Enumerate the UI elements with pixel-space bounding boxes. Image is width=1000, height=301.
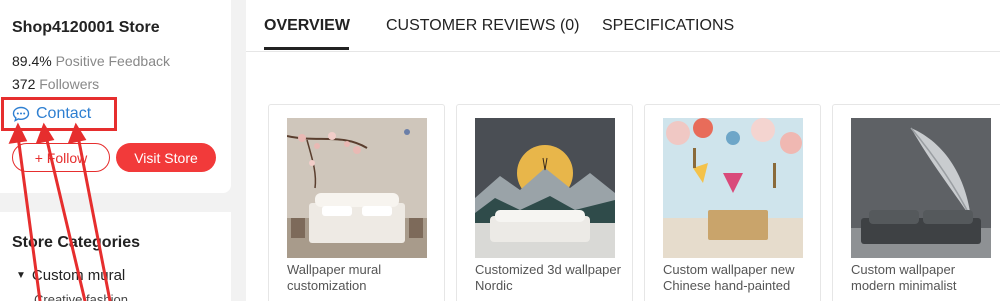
product-title[interactable]: Custom wallpaper modern minimalist [851,262,1000,294]
product-image[interactable] [475,118,615,258]
product-image[interactable] [851,118,991,258]
positive-feedback: 89.4% Positive Feedback [12,53,170,69]
contact-label: Contact [36,105,92,122]
followers-value: 372 [12,76,36,92]
active-tab-indicator [264,47,349,50]
product-title[interactable]: Customized 3d wallpaper Nordic [475,262,625,294]
product-image[interactable] [287,118,427,258]
tab-overview[interactable]: OVERVIEW [264,17,350,35]
tab-customer-reviews[interactable]: CUSTOMER REVIEWS (0) [386,17,580,35]
product-card[interactable]: Wallpaper mural customization [268,104,445,301]
feedback-value: 89.4% [12,53,52,69]
product-title[interactable]: Custom wallpaper new Chinese hand-painte… [663,262,813,294]
followers-label: Followers [39,76,100,92]
visit-store-button[interactable]: Visit Store [116,143,216,172]
caret-down-icon[interactable]: ▼ [16,270,26,281]
category-item-custom-mural[interactable]: ▼ Custom mural [16,267,125,284]
contact-link[interactable]: Contact [12,105,91,123]
followers-count: 372 Followers [12,76,99,92]
product-card[interactable]: Custom wallpaper modern minimalist [832,104,1000,301]
tab-bar: OVERVIEW CUSTOMER REVIEWS (0) SPECIFICAT… [246,0,1000,52]
store-categories-card: Store Categories ▼ Custom mural [0,212,231,301]
tab-specifications[interactable]: SPECIFICATIONS [602,17,734,35]
store-info-card: Shop4120001 Store 89.4% Positive Feedbac… [0,0,231,193]
categories-title: Store Categories [12,234,141,251]
product-title[interactable]: Wallpaper mural customization [287,262,437,294]
product-card[interactable]: Custom wallpaper new Chinese hand-painte… [644,104,821,301]
category-label: Custom mural [31,267,126,284]
product-card[interactable]: Customized 3d wallpaper Nordic [456,104,633,301]
chat-bubble-icon [12,106,30,122]
subcategory-item[interactable]: Creative fashion [34,292,128,301]
store-name[interactable]: Shop4120001 Store [12,19,160,37]
main-content: OVERVIEW CUSTOMER REVIEWS (0) SPECIFICAT… [246,0,1000,301]
product-image[interactable] [663,118,803,258]
feedback-label: Positive Feedback [55,53,170,69]
follow-button[interactable]: + Follow [12,143,110,172]
